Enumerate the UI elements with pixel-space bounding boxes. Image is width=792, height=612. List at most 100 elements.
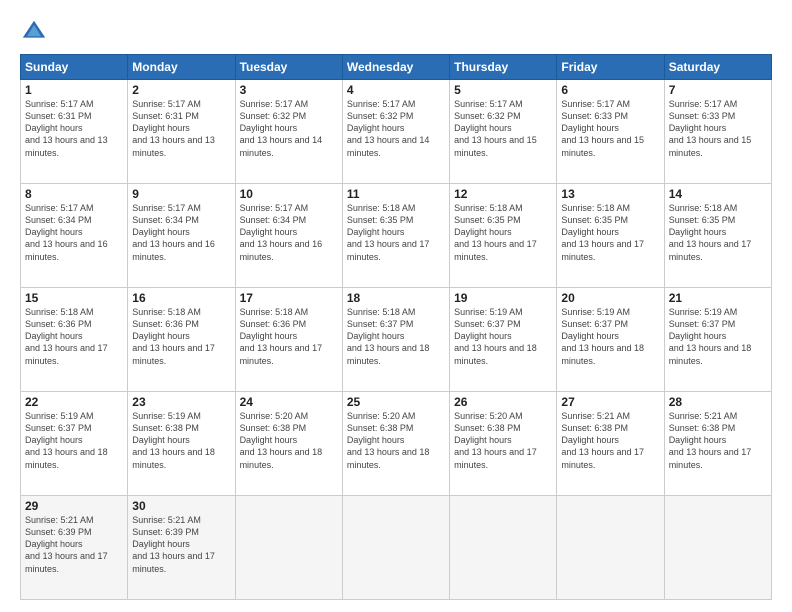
day-number: 23: [132, 395, 230, 409]
calendar-cell: 17Sunrise: 5:18 AMSunset: 6:36 PMDayligh…: [235, 288, 342, 392]
day-number: 5: [454, 83, 552, 97]
day-number: 24: [240, 395, 338, 409]
logo: [20, 18, 52, 46]
day-info: Sunrise: 5:17 AMSunset: 6:31 PMDaylight …: [132, 98, 230, 159]
calendar-cell: 29Sunrise: 5:21 AMSunset: 6:39 PMDayligh…: [21, 496, 128, 600]
day-info: Sunrise: 5:17 AMSunset: 6:33 PMDaylight …: [561, 98, 659, 159]
calendar-cell: 8Sunrise: 5:17 AMSunset: 6:34 PMDaylight…: [21, 184, 128, 288]
day-info: Sunrise: 5:18 AMSunset: 6:35 PMDaylight …: [669, 202, 767, 263]
calendar-cell: 19Sunrise: 5:19 AMSunset: 6:37 PMDayligh…: [450, 288, 557, 392]
calendar-cell: 15Sunrise: 5:18 AMSunset: 6:36 PMDayligh…: [21, 288, 128, 392]
day-number: 18: [347, 291, 445, 305]
day-info: Sunrise: 5:17 AMSunset: 6:32 PMDaylight …: [240, 98, 338, 159]
page: SundayMondayTuesdayWednesdayThursdayFrid…: [0, 0, 792, 612]
day-number: 7: [669, 83, 767, 97]
calendar-cell: 4Sunrise: 5:17 AMSunset: 6:32 PMDaylight…: [342, 80, 449, 184]
day-number: 28: [669, 395, 767, 409]
day-number: 17: [240, 291, 338, 305]
calendar-cell: 2Sunrise: 5:17 AMSunset: 6:31 PMDaylight…: [128, 80, 235, 184]
calendar-cell: 24Sunrise: 5:20 AMSunset: 6:38 PMDayligh…: [235, 392, 342, 496]
day-info: Sunrise: 5:21 AMSunset: 6:38 PMDaylight …: [561, 410, 659, 471]
calendar-cell: 1Sunrise: 5:17 AMSunset: 6:31 PMDaylight…: [21, 80, 128, 184]
calendar-cell: 21Sunrise: 5:19 AMSunset: 6:37 PMDayligh…: [664, 288, 771, 392]
day-info: Sunrise: 5:19 AMSunset: 6:37 PMDaylight …: [454, 306, 552, 367]
calendar-header-sunday: Sunday: [21, 55, 128, 80]
calendar-week-2: 8 Sunrise: 5:17 AMSunset: 6:34 PMDaylight…: [21, 184, 772, 288]
day-number: 6: [561, 83, 659, 97]
day-number: 13: [561, 187, 659, 201]
day-info: Sunrise: 5:17 AMSunset: 6:34 PMDaylight …: [132, 202, 230, 263]
day-number: 27: [561, 395, 659, 409]
calendar-cell: 20Sunrise: 5:19 AMSunset: 6:37 PMDayligh…: [557, 288, 664, 392]
calendar-cell: [557, 496, 664, 600]
day-number: 20: [561, 291, 659, 305]
day-info: Sunrise: 5:19 AMSunset: 6:37 PMDaylight …: [669, 306, 767, 367]
day-info: Sunrise: 5:18 AMSunset: 6:37 PMDaylight …: [347, 306, 445, 367]
calendar-cell: 14Sunrise: 5:18 AMSunset: 6:35 PMDayligh…: [664, 184, 771, 288]
day-info: Sunrise: 5:17 AMSunset: 6:32 PMDaylight …: [454, 98, 552, 159]
calendar-cell: 3Sunrise: 5:17 AMSunset: 6:32 PMDaylight…: [235, 80, 342, 184]
day-number: 4: [347, 83, 445, 97]
calendar-table: SundayMondayTuesdayWednesdayThursdayFrid…: [20, 54, 772, 600]
day-info: Sunrise: 5:19 AMSunset: 6:37 PMDaylight …: [561, 306, 659, 367]
calendar-cell: 25Sunrise: 5:20 AMSunset: 6:38 PMDayligh…: [342, 392, 449, 496]
calendar-week-4: 22Sunrise: 5:19 AMSunset: 6:37 PMDayligh…: [21, 392, 772, 496]
calendar-cell: [342, 496, 449, 600]
day-number: 25: [347, 395, 445, 409]
calendar-header-friday: Friday: [557, 55, 664, 80]
day-number: 16: [132, 291, 230, 305]
calendar-cell: [664, 496, 771, 600]
calendar-header-monday: Monday: [128, 55, 235, 80]
day-number: 30: [132, 499, 230, 513]
calendar-week-1: 1Sunrise: 5:17 AMSunset: 6:31 PMDaylight…: [21, 80, 772, 184]
day-info: Sunrise: 5:18 AMSunset: 6:36 PMDaylight …: [25, 306, 123, 367]
calendar-cell: 16Sunrise: 5:18 AMSunset: 6:36 PMDayligh…: [128, 288, 235, 392]
calendar-header-saturday: Saturday: [664, 55, 771, 80]
day-info: Sunrise: 5:21 AMSunset: 6:39 PMDaylight …: [25, 514, 123, 575]
day-info: Sunrise: 5:17 AMSunset: 6:32 PMDaylight …: [347, 98, 445, 159]
day-number: 26: [454, 395, 552, 409]
day-info: Sunrise: 5:17 AMSunset: 6:31 PMDaylight …: [25, 98, 123, 159]
day-number: 10: [240, 187, 338, 201]
calendar-cell: 7Sunrise: 5:17 AMSunset: 6:33 PMDaylight…: [664, 80, 771, 184]
calendar-cell: 9Sunrise: 5:17 AMSunset: 6:34 PMDaylight…: [128, 184, 235, 288]
day-number: 19: [454, 291, 552, 305]
day-info: Sunrise: 5:18 AMSunset: 6:35 PMDaylight …: [561, 202, 659, 263]
calendar-cell: 18Sunrise: 5:18 AMSunset: 6:37 PMDayligh…: [342, 288, 449, 392]
day-number: 12: [454, 187, 552, 201]
calendar-header-tuesday: Tuesday: [235, 55, 342, 80]
day-number: 15: [25, 291, 123, 305]
day-info: Sunrise: 5:18 AMSunset: 6:36 PMDaylight …: [132, 306, 230, 367]
calendar-cell: 5Sunrise: 5:17 AMSunset: 6:32 PMDaylight…: [450, 80, 557, 184]
calendar-cell: 11Sunrise: 5:18 AMSunset: 6:35 PMDayligh…: [342, 184, 449, 288]
calendar-week-3: 15Sunrise: 5:18 AMSunset: 6:36 PMDayligh…: [21, 288, 772, 392]
header: [20, 18, 772, 46]
calendar-cell: 12Sunrise: 5:18 AMSunset: 6:35 PMDayligh…: [450, 184, 557, 288]
calendar-header-row: SundayMondayTuesdayWednesdayThursdayFrid…: [21, 55, 772, 80]
day-info: Sunrise: 5:21 AMSunset: 6:38 PMDaylight …: [669, 410, 767, 471]
calendar-header-thursday: Thursday: [450, 55, 557, 80]
day-info: Sunrise: 5:18 AMSunset: 6:35 PMDaylight …: [454, 202, 552, 263]
calendar-cell: 23Sunrise: 5:19 AMSunset: 6:38 PMDayligh…: [128, 392, 235, 496]
calendar-cell: 6Sunrise: 5:17 AMSunset: 6:33 PMDaylight…: [557, 80, 664, 184]
logo-icon: [20, 18, 48, 46]
day-number: 2: [132, 83, 230, 97]
calendar-cell: 27Sunrise: 5:21 AMSunset: 6:38 PMDayligh…: [557, 392, 664, 496]
day-info: Sunrise: 5:19 AMSunset: 6:37 PMDaylight …: [25, 410, 123, 471]
day-number: 21: [669, 291, 767, 305]
day-number: 22: [25, 395, 123, 409]
day-info: Sunrise: 5:18 AMSunset: 6:36 PMDaylight …: [240, 306, 338, 367]
calendar-cell: 22Sunrise: 5:19 AMSunset: 6:37 PMDayligh…: [21, 392, 128, 496]
day-number: 8: [25, 187, 123, 201]
calendar-cell: 26Sunrise: 5:20 AMSunset: 6:38 PMDayligh…: [450, 392, 557, 496]
day-info: Sunrise: 5:17 AMSunset: 6:33 PMDaylight …: [669, 98, 767, 159]
calendar-cell: [450, 496, 557, 600]
calendar-cell: 10Sunrise: 5:17 AMSunset: 6:34 PMDayligh…: [235, 184, 342, 288]
calendar-week-5: 29Sunrise: 5:21 AMSunset: 6:39 PMDayligh…: [21, 496, 772, 600]
day-info: Sunrise: 5:20 AMSunset: 6:38 PMDaylight …: [454, 410, 552, 471]
day-info: Sunrise: 5:20 AMSunset: 6:38 PMDaylight …: [240, 410, 338, 471]
calendar-cell: [235, 496, 342, 600]
day-number: 11: [347, 187, 445, 201]
day-info: Sunrise: 5:19 AMSunset: 6:38 PMDaylight …: [132, 410, 230, 471]
day-number: 9: [132, 187, 230, 201]
